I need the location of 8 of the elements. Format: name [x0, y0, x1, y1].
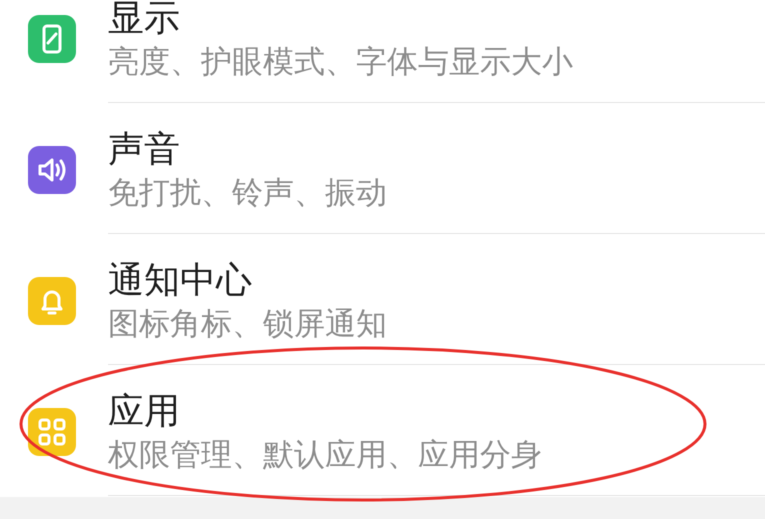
- setting-description: 亮度、护眼模式、字体与显示大小: [108, 43, 574, 82]
- setting-title: 应用: [108, 390, 181, 434]
- setting-title: 声音: [108, 128, 181, 172]
- setting-title: 显示: [108, 0, 181, 41]
- setting-description: 免打扰、铃声、振动: [108, 174, 388, 213]
- setting-title: 通知中心: [108, 259, 253, 303]
- setting-description: 权限管理、默认应用、应用分身: [108, 436, 543, 475]
- setting-description: 图标角标、锁屏通知: [108, 305, 388, 344]
